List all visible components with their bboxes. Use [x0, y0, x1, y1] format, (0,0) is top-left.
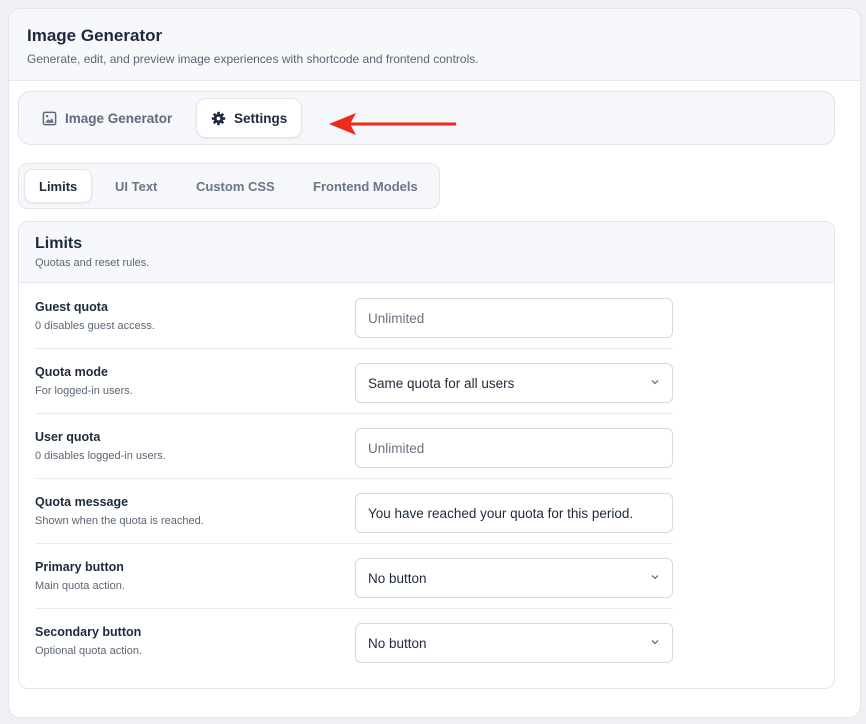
select-value: No button: [368, 570, 427, 586]
settings-subtabs: Limits UI Text Custom CSS Frontend Model…: [18, 163, 440, 209]
field-label: Primary button: [35, 560, 124, 574]
quota-message-input[interactable]: You have reached your quota for this per…: [355, 493, 673, 533]
guest-quota-input[interactable]: Unlimited: [355, 298, 673, 338]
field-label: User quota: [35, 430, 101, 444]
user-quota-input[interactable]: Unlimited: [355, 428, 673, 468]
nav-image-generator-label: Image Generator: [65, 110, 173, 126]
page-title: Image Generator: [27, 26, 163, 45]
page-header: Image Generator Generate, edit, and prev…: [9, 9, 860, 81]
nav-image-generator[interactable]: Image Generator: [27, 98, 186, 138]
field-label: Quota message: [35, 495, 129, 509]
quota-mode-select[interactable]: Same quota for all users: [355, 363, 673, 403]
nav-settings[interactable]: Settings: [196, 98, 302, 138]
limits-card-header: Limits Quotas and reset rules.: [19, 222, 834, 283]
chevron-down-icon: [651, 575, 659, 580]
field-hint: Shown when the quota is reached.: [35, 515, 204, 527]
page-subtitle: Generate, edit, and preview image experi…: [27, 52, 479, 66]
field-label: Quota mode: [35, 365, 108, 379]
field-hint: Main quota action.: [35, 580, 125, 592]
quota-mode-row: Quota mode For logged-in users. Same quo…: [35, 349, 673, 414]
limits-card: Limits Quotas and reset rules. Guest quo…: [18, 221, 835, 689]
tab-ui-text[interactable]: UI Text: [101, 169, 171, 203]
primary-button-select[interactable]: No button: [355, 558, 673, 598]
gear-icon: [211, 110, 226, 126]
tab-frontend-models[interactable]: Frontend Models: [299, 169, 432, 203]
secondary-button-select[interactable]: No button: [355, 623, 673, 663]
secondary-button-row: Secondary button Optional quota action. …: [35, 609, 673, 674]
section-description: Quotas and reset rules.: [35, 257, 150, 269]
chevron-down-icon: [651, 640, 659, 645]
guest-quota-row: Guest quota 0 disables guest access. Unl…: [35, 284, 673, 349]
field-hint: 0 disables logged-in users.: [35, 450, 166, 462]
chevron-down-icon: [651, 380, 659, 385]
field-hint: For logged-in users.: [35, 385, 133, 397]
field-label: Secondary button: [35, 625, 142, 639]
image-icon: [41, 110, 57, 126]
section-title: Limits: [35, 235, 83, 252]
annotation-arrow-icon: [329, 113, 456, 135]
nav-settings-label: Settings: [234, 110, 288, 126]
user-quota-row: User quota 0 disables logged-in users. U…: [35, 414, 673, 479]
tab-limits[interactable]: Limits: [24, 169, 93, 203]
field-hint: 0 disables guest access.: [35, 320, 155, 332]
primary-button-row: Primary button Main quota action. No but…: [35, 544, 673, 609]
field-label: Guest quota: [35, 300, 108, 314]
tab-custom-css[interactable]: Custom CSS: [182, 169, 289, 203]
field-hint: Optional quota action.: [35, 645, 143, 657]
select-value: No button: [368, 635, 427, 651]
select-value: Same quota for all users: [368, 375, 515, 391]
quota-message-row: Quota message Shown when the quota is re…: [35, 479, 673, 544]
